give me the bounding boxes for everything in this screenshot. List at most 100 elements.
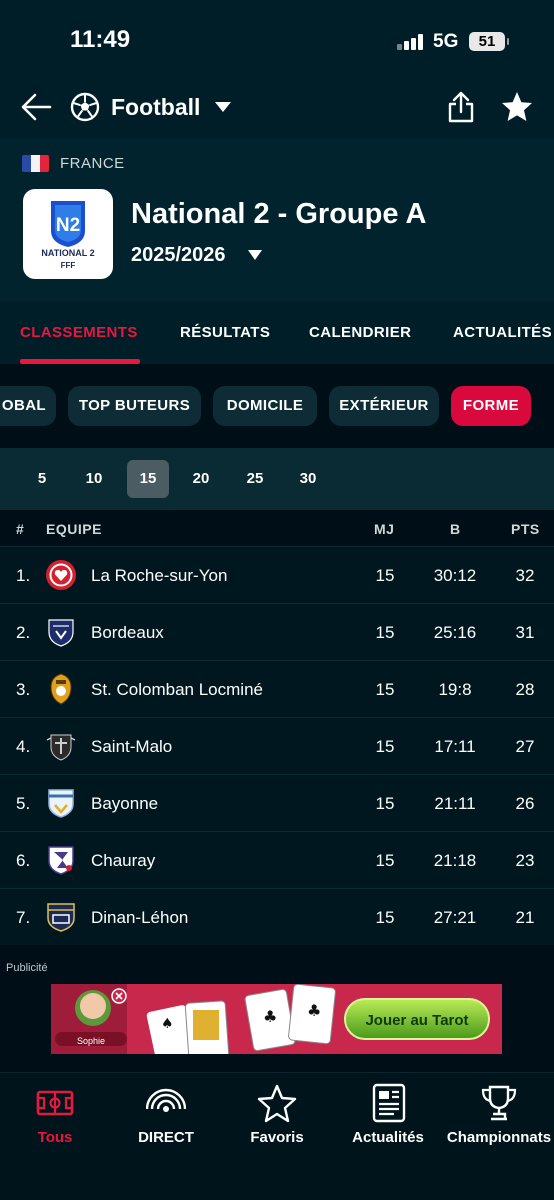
form-option-25[interactable]: 25	[234, 460, 276, 498]
filter-exterieur-chip[interactable]: EXTÉRIEUR	[329, 386, 439, 426]
row-points: 27	[515, 737, 535, 756]
live-icon	[146, 1088, 186, 1112]
status-bar: 11:49 5G 51	[0, 0, 554, 80]
row-rank: 1.	[16, 566, 31, 585]
bottom-nav-favoris[interactable]: Favoris	[222, 1083, 332, 1146]
row-goals: 21:18	[433, 851, 477, 870]
team-crest-icon	[46, 560, 76, 590]
ad-banner[interactable]: Sophie ♣ ♣ ♠ Jouer au Tarot	[51, 984, 502, 1054]
active-tab-indicator	[20, 359, 140, 364]
bottom-nav-label: DIRECT	[138, 1129, 194, 1146]
row-team-name: St. Colomban Locminé	[91, 680, 263, 699]
bottom-nav-actualites[interactable]: Actualités	[333, 1083, 443, 1146]
row-rank: 6.	[16, 851, 31, 870]
form-option-20[interactable]: 20	[180, 460, 222, 498]
form-option-10[interactable]: 10	[73, 460, 115, 498]
tab-actualites[interactable]: ACTUALITÉS	[453, 324, 552, 341]
table-row[interactable]: 3. St. Colomban Locminé 15 19:8 28	[0, 660, 554, 717]
header-rank: #	[16, 521, 25, 537]
bottom-nav-label: Favoris	[250, 1129, 304, 1146]
table-row[interactable]: 5. Bayonne 15 21:11 26	[0, 774, 554, 831]
league-title: National 2 - Groupe A	[131, 198, 427, 230]
league-logo-badge: N2	[56, 215, 80, 236]
row-played: 15	[375, 908, 395, 927]
table-row[interactable]: 1. La Roche-sur-Yon 15 30:12 32	[0, 546, 554, 603]
row-goals: 30:12	[433, 566, 477, 585]
svg-text:♣: ♣	[263, 1007, 277, 1026]
filter-domicile-chip[interactable]: DOMICILE	[213, 386, 317, 426]
svg-text:♣: ♣	[307, 1001, 321, 1020]
row-points: 23	[515, 851, 535, 870]
battery-icon: 51	[469, 32, 509, 51]
row-points: 21	[515, 908, 535, 927]
season-chevron-icon[interactable]	[248, 250, 262, 260]
row-rank: 3.	[16, 680, 31, 699]
back-arrow-icon[interactable]	[20, 92, 54, 122]
form-option-15[interactable]: 15	[127, 460, 169, 498]
team-crest-icon	[47, 903, 75, 932]
row-played: 15	[375, 794, 395, 813]
row-team-name: La Roche-sur-Yon	[91, 566, 228, 585]
table-row[interactable]: 4. Saint-Malo 15 17:11 27	[0, 717, 554, 774]
signal-icon	[397, 34, 425, 50]
bottom-nav-championnats[interactable]: Championnats	[444, 1083, 554, 1146]
table-row[interactable]: 6. Chauray 15 21:18 23	[0, 831, 554, 888]
star-outline-icon	[257, 1084, 297, 1123]
row-team-name: Saint-Malo	[91, 737, 173, 756]
header-played: MJ	[374, 521, 395, 537]
row-team-name: Chauray	[91, 851, 156, 870]
standings-filter-row: OBAL TOP BUTEURS DOMICILE EXTÉRIEUR FORM…	[0, 370, 554, 442]
table-row[interactable]: 7. Dinan-Léhon 15 27:21 21	[0, 888, 554, 945]
team-crest-icon	[46, 734, 76, 761]
season-selector[interactable]: 2025/2026	[131, 244, 226, 267]
team-crest-icon	[48, 619, 74, 647]
row-played: 15	[375, 623, 395, 642]
favorite-star-icon[interactable]	[500, 90, 534, 124]
row-rank: 4.	[16, 737, 31, 756]
row-played: 15	[375, 566, 395, 585]
row-goals: 19:8	[438, 680, 472, 699]
tarot-cards-icon: ♣ ♣ ♠	[146, 984, 336, 1054]
bottom-nav-label: Championnats	[446, 1129, 552, 1146]
row-points: 26	[515, 794, 535, 813]
row-played: 15	[375, 737, 395, 756]
nav-bar: Football	[0, 80, 554, 138]
advertisement-area: Publicité Sophie ♣ ♣ ♠ Jouer au Tarot	[0, 958, 554, 1070]
filter-top-buteurs-chip[interactable]: TOP BUTEURS	[68, 386, 201, 426]
row-rank: 2.	[16, 623, 31, 642]
sport-selector[interactable]: Football	[111, 94, 200, 121]
filter-forme-chip[interactable]: FORME	[451, 386, 531, 426]
row-rank: 5.	[16, 794, 31, 813]
row-points: 32	[515, 566, 535, 585]
news-icon	[372, 1083, 406, 1123]
league-logo-line1: NATIONAL 2	[41, 248, 94, 258]
row-goals: 25:16	[433, 623, 477, 642]
chevron-down-icon[interactable]	[214, 101, 232, 113]
row-played: 15	[375, 680, 395, 699]
team-crest-icon	[48, 789, 74, 818]
tab-resultats[interactable]: RÉSULTATS	[180, 324, 270, 341]
ad-cta-button[interactable]: Jouer au Tarot	[344, 998, 490, 1040]
table-row[interactable]: 2. Bordeaux 15 25:16 31	[0, 603, 554, 660]
row-played: 15	[375, 851, 395, 870]
tab-calendrier[interactable]: CALENDRIER	[309, 324, 411, 341]
row-points: 28	[515, 680, 535, 699]
pitch-icon	[36, 1090, 74, 1116]
country-label: FRANCE	[60, 155, 125, 172]
network-type: 5G	[433, 31, 459, 52]
section-tabs: CLASSEMENTS RÉSULTATS CALENDRIER ACTUALI…	[0, 302, 554, 364]
row-goals: 21:11	[434, 794, 476, 813]
header-team: EQUIPE	[46, 521, 102, 537]
tab-classements[interactable]: CLASSEMENTS	[20, 324, 138, 341]
row-team-name: Dinan-Léhon	[91, 908, 189, 927]
row-team-name: Bayonne	[91, 794, 159, 813]
team-crest-icon	[48, 846, 74, 875]
bottom-nav-tous[interactable]: Tous	[0, 1083, 110, 1146]
share-icon[interactable]	[446, 90, 476, 124]
form-option-5[interactable]: 5	[21, 460, 63, 498]
bottom-nav-direct[interactable]: DIRECT	[111, 1083, 221, 1146]
trophy-icon	[481, 1085, 517, 1121]
form-option-30[interactable]: 30	[287, 460, 329, 498]
league-logo: N2 NATIONAL 2 FFF	[23, 189, 113, 279]
filter-global-chip[interactable]: OBAL	[0, 386, 56, 426]
